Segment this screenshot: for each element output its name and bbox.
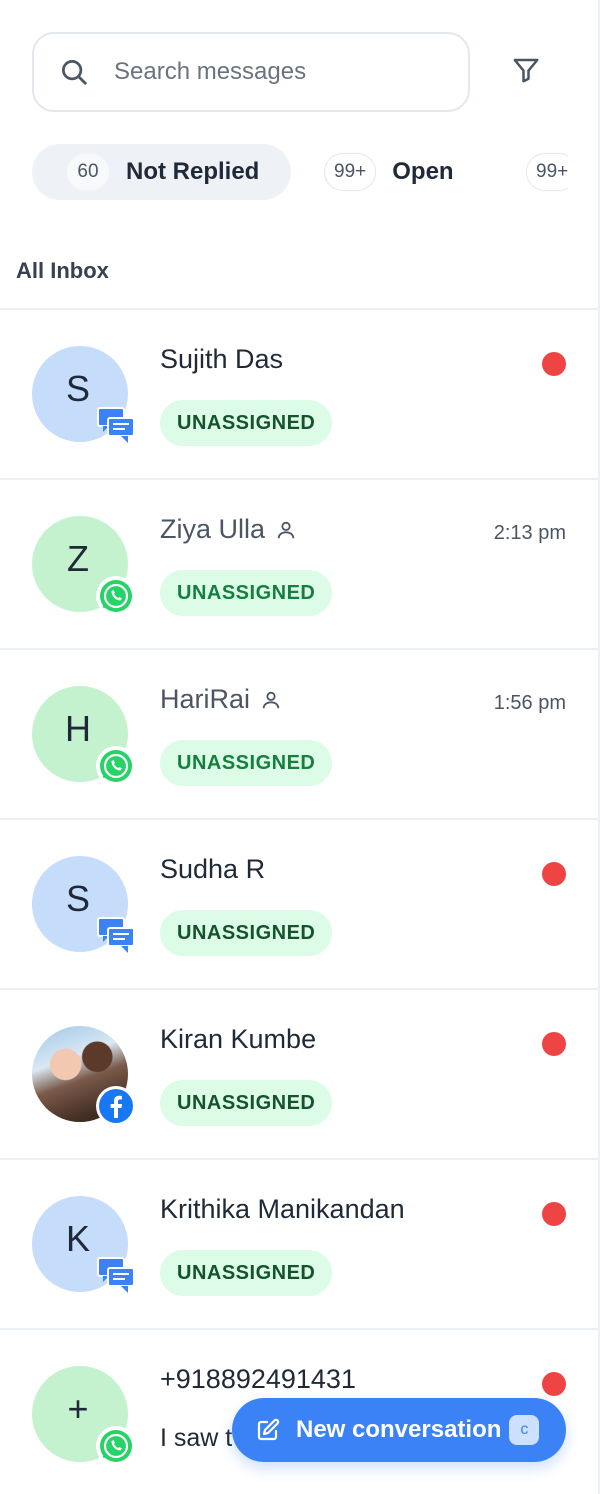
avatar-initial: S	[65, 878, 90, 919]
contact-name: Krithika Manikandan	[160, 1194, 405, 1224]
inbox-panel: 60 Not Replied 99+ Open 99+ All Inbox S …	[0, 0, 600, 1494]
unread-dot	[542, 352, 566, 376]
keyboard-shortcut-badge: c	[509, 1415, 540, 1445]
conversation-item[interactable]: S Sudha R UNASSIGNED	[0, 818, 598, 988]
unread-dot	[542, 862, 566, 886]
avatar-initial: +	[67, 1388, 89, 1429]
message-preview: I saw t	[160, 1424, 233, 1452]
filter-button[interactable]	[504, 52, 548, 92]
contact-name: Sujith Das	[160, 344, 284, 374]
tab-count: 60	[66, 153, 110, 191]
conversation-item[interactable]: Kiran Kumbe UNASSIGNED	[0, 988, 598, 1158]
chat-icon	[94, 914, 138, 958]
status-badge: UNASSIGNED	[160, 400, 333, 446]
contact-name: +918892491431	[160, 1364, 356, 1394]
contact-name: Kiran Kumbe	[160, 1024, 317, 1054]
unread-dot	[542, 1032, 566, 1056]
avatar-initial: H	[65, 708, 91, 749]
filter-icon	[511, 55, 541, 90]
tab-not-replied[interactable]: 60 Not Replied	[32, 144, 292, 200]
avatar-initial: S	[65, 368, 90, 409]
status-tabs: 60 Not Replied 99+ Open 99+	[32, 144, 568, 200]
status-badge: UNASSIGNED	[160, 570, 333, 616]
new-conversation-label: New conversation	[296, 1416, 502, 1443]
person-icon	[260, 689, 282, 711]
new-conversation-button[interactable]: New conversation c	[232, 1398, 566, 1462]
conversation-item[interactable]: K Krithika Manikandan UNASSIGNED	[0, 1158, 598, 1328]
timestamp: 1:56 pm	[493, 692, 566, 714]
status-badge: UNASSIGNED	[160, 740, 333, 786]
chat-icon	[94, 404, 138, 448]
person-icon	[275, 519, 297, 541]
status-badge: UNASSIGNED	[160, 1080, 333, 1126]
search-box[interactable]	[32, 32, 470, 112]
whatsapp-icon	[96, 576, 136, 616]
avatar: H	[32, 686, 136, 786]
contact-name-text: HariRai	[160, 684, 251, 714]
avatar: Z	[32, 516, 136, 616]
unread-dot	[542, 1372, 566, 1396]
avatar: K	[32, 1196, 135, 1293]
contact-name: Ziya Ulla	[160, 514, 297, 545]
unread-dot	[542, 1202, 566, 1226]
search-input[interactable]	[114, 58, 434, 86]
section-title: All Inbox	[16, 258, 109, 283]
tab-label: Not Replied	[126, 158, 260, 185]
status-badge: UNASSIGNED	[160, 1250, 333, 1296]
contact-name: Sudha R	[160, 854, 266, 884]
avatar: S	[32, 346, 135, 443]
contact-name-text: Ziya Ulla	[160, 514, 266, 544]
contact-name: HariRai	[160, 684, 282, 715]
tab-count: 99+	[324, 153, 377, 191]
tab-count: 99+	[526, 153, 568, 191]
conversation-item[interactable]: Z Ziya Ulla 2:13 pm UNASSIGNED	[0, 478, 598, 648]
conversation-list: S Sujith Das UNASSIGNED Z Ziya Ulla 2:13…	[0, 308, 598, 1494]
facebook-icon	[96, 1086, 136, 1126]
whatsapp-icon	[96, 1426, 136, 1466]
avatar: +	[32, 1366, 136, 1466]
compose-icon	[256, 1418, 280, 1442]
conversation-item[interactable]: S Sujith Das UNASSIGNED	[0, 308, 598, 478]
avatar-photo	[32, 1026, 136, 1126]
conversation-item[interactable]: H HariRai 1:56 pm UNASSIGNED	[0, 648, 598, 818]
avatar-initial: K	[65, 1218, 90, 1259]
whatsapp-icon	[96, 746, 136, 786]
avatar: S	[32, 856, 135, 953]
status-badge: UNASSIGNED	[160, 910, 333, 956]
search-icon	[56, 54, 92, 90]
tab-more[interactable]: 99+	[526, 144, 568, 200]
timestamp: 2:13 pm	[493, 522, 566, 544]
chat-icon	[94, 1254, 138, 1298]
avatar-initial: Z	[67, 538, 89, 579]
tab-open[interactable]: 99+ Open	[324, 144, 454, 200]
tab-label: Open	[392, 158, 454, 185]
